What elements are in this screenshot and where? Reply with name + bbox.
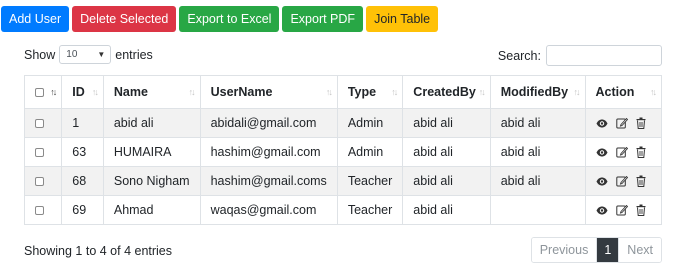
show-label: Show (24, 47, 56, 62)
cell-createdby: abid ali (402, 195, 491, 225)
next-page-button[interactable]: Next (618, 238, 661, 262)
cell-username: hashim@gmail.coms (199, 166, 338, 196)
pagination: Previous 1 Next (530, 237, 662, 263)
cell-type: Admin (336, 137, 404, 167)
row-checkbox[interactable] (35, 206, 44, 216)
chevron-down-icon: ▼ (97, 50, 106, 59)
cell-name: Sono Nigham (102, 166, 201, 196)
add-user-button[interactable]: Add User (1, 6, 70, 32)
cell-createdby: abid ali (402, 108, 491, 138)
column-select-all[interactable]: ↑↓ (23, 75, 63, 109)
sort-icon[interactable]: ↑↓ (92, 87, 99, 97)
edit-icon[interactable] (615, 204, 628, 216)
table-row[interactable]: 69 Ahmad waqas@gmail.com Teacher abid al… (23, 195, 663, 225)
eye-icon[interactable] (596, 119, 608, 128)
page-button-current[interactable]: 1 (596, 238, 619, 262)
sort-icon[interactable]: ↑↓ (574, 87, 581, 97)
cell-type: Teacher (336, 166, 404, 196)
previous-page-button[interactable]: Previous (531, 238, 597, 262)
cell-id: 69 (61, 195, 104, 225)
cell-name: HUMAIRA (102, 137, 201, 167)
join-table-button[interactable]: Join Table (366, 6, 439, 32)
cell-actions (584, 137, 663, 167)
cell-actions (584, 166, 663, 196)
sort-icon[interactable]: ↑↓ (479, 87, 486, 97)
cell-createdby: abid ali (402, 137, 491, 167)
cell-name: abid ali (102, 108, 201, 138)
trash-icon[interactable] (636, 175, 646, 187)
cell-modifiedby (489, 195, 586, 225)
cell-username: hashim@gmail.com (199, 137, 338, 167)
cell-actions (584, 108, 663, 138)
cell-modifiedby: abid ali (489, 108, 586, 138)
cell-username: waqas@gmail.com (199, 195, 338, 225)
trash-icon[interactable] (636, 204, 646, 216)
column-name[interactable]: Name ↑↓ (102, 75, 201, 109)
table-row[interactable]: 63 HUMAIRA hashim@gmail.com Admin abid a… (23, 137, 663, 167)
search-input[interactable] (546, 45, 662, 66)
cell-actions (584, 195, 663, 225)
column-modifiedby[interactable]: ModifiedBy ↑↓ (489, 75, 586, 109)
eye-icon[interactable] (596, 148, 608, 157)
cell-id: 68 (61, 166, 104, 196)
toolbar: Add User Delete Selected Export to Excel… (1, 6, 439, 32)
row-checkbox[interactable] (35, 148, 44, 158)
table-row[interactable]: 68 Sono Nigham hashim@gmail.coms Teacher… (23, 166, 663, 196)
search-label: Search: (497, 48, 541, 63)
cell-name: Ahmad (102, 195, 201, 225)
sort-asc-icon[interactable]: ↑↓ (50, 87, 57, 97)
edit-icon[interactable] (615, 175, 628, 187)
search-bar: Search: (498, 45, 662, 66)
select-all-checkbox[interactable] (35, 88, 44, 98)
table-header-row: ↑↓ ID ↑↓ Name ↑↓ UserName ↑↓ Type ↑↓ Created… (23, 75, 663, 109)
export-excel-button[interactable]: Export to Excel (179, 6, 280, 32)
entries-select-value: 10 (66, 49, 78, 60)
row-checkbox[interactable] (35, 177, 44, 187)
column-type[interactable]: Type ↑↓ (336, 75, 404, 109)
cell-modifiedby: abid ali (489, 137, 586, 167)
delete-selected-button[interactable]: Delete Selected (72, 6, 177, 32)
entries-label: entries (115, 47, 153, 62)
column-action[interactable]: Action ↑↓ (584, 75, 663, 109)
table-info: Showing 1 to 4 of 4 entries (24, 244, 173, 258)
cell-type: Teacher (336, 195, 404, 225)
cell-id: 1 (61, 108, 104, 138)
sort-icon[interactable]: ↑↓ (391, 87, 398, 97)
table-row[interactable]: 1 abid ali abidali@gmail.com Admin abid … (23, 108, 663, 138)
column-createdby[interactable]: CreatedBy ↑↓ (402, 75, 491, 109)
length-menu: Show 10 ▼ entries (24, 45, 153, 64)
cell-type: Admin (336, 108, 404, 138)
cell-username: abidali@gmail.com (199, 108, 338, 138)
column-id[interactable]: ID ↑↓ (61, 75, 104, 109)
trash-icon[interactable] (636, 146, 646, 158)
edit-icon[interactable] (615, 146, 628, 158)
cell-modifiedby: abid ali (489, 166, 586, 196)
row-checkbox[interactable] (35, 119, 44, 129)
sort-icon[interactable]: ↑↓ (650, 87, 657, 97)
column-username[interactable]: UserName ↑↓ (199, 75, 338, 109)
cell-createdby: abid ali (402, 166, 491, 196)
sort-icon[interactable]: ↑↓ (189, 87, 196, 97)
sort-icon[interactable]: ↑↓ (326, 87, 333, 97)
entries-select[interactable]: 10 ▼ (59, 45, 112, 64)
eye-icon[interactable] (596, 206, 608, 215)
trash-icon[interactable] (636, 117, 646, 129)
users-table: ↑↓ ID ↑↓ Name ↑↓ UserName ↑↓ Type ↑↓ Created… (23, 75, 663, 225)
cell-id: 63 (61, 137, 104, 167)
export-pdf-button[interactable]: Export PDF (282, 6, 364, 32)
edit-icon[interactable] (615, 117, 628, 129)
eye-icon[interactable] (596, 177, 608, 186)
